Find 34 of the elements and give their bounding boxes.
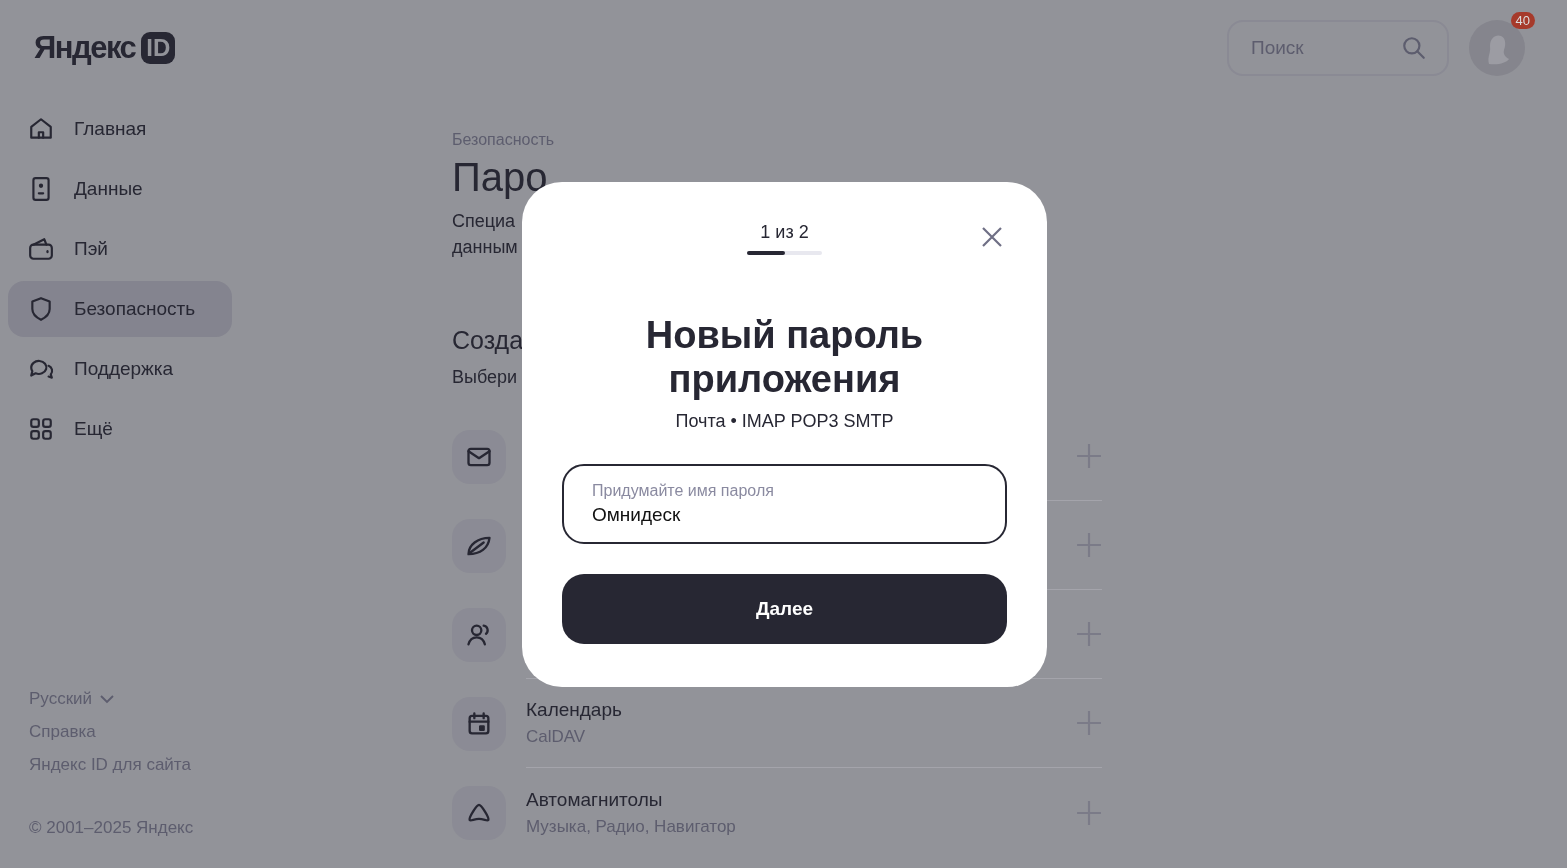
page-title: Паро <box>452 155 548 200</box>
shield-icon <box>28 296 54 322</box>
sidebar-item[interactable]: Поддержка <box>8 341 232 397</box>
sidebar-item[interactable]: Пэй <box>8 221 232 277</box>
add-icon[interactable] <box>1076 532 1102 558</box>
description-text: Специа <box>452 210 516 233</box>
app-name: Автомагнитолы <box>526 788 664 811</box>
field-label: Придумайте имя пароля <box>592 482 774 500</box>
sidebar-item[interactable]: Ещё <box>8 401 232 457</box>
dialog-title: Новый пароль приложения <box>644 313 925 401</box>
sidebar-item[interactable]: Безопасность <box>8 281 232 337</box>
wallet-icon <box>28 236 54 262</box>
password-name-field[interactable]: Придумайте имя пароля Омнидеск <box>562 464 1007 544</box>
logo-wordmark[interactable]: Яндекс <box>34 29 136 66</box>
grid-icon <box>28 416 54 442</box>
sidebar-item[interactable]: Главная <box>8 101 232 157</box>
add-icon[interactable] <box>1076 621 1102 647</box>
sidebar-item[interactable]: Данные <box>8 161 232 217</box>
logo-badge[interactable]: ID <box>141 31 176 64</box>
section-title: Созда <box>452 326 524 355</box>
section-hint: Выбери <box>452 367 518 388</box>
app-name: Календарь <box>526 699 622 721</box>
description-text: данным <box>452 236 518 259</box>
close-icon <box>980 225 1004 249</box>
field-value: Омнидеск <box>592 504 681 526</box>
add-icon[interactable] <box>1076 710 1102 736</box>
next-button[interactable]: Далее <box>562 574 1007 644</box>
dialog-subtitle: Почта • IMAP POP3 SMTP <box>675 411 894 432</box>
home-icon <box>28 116 54 142</box>
notification-badge: 40 <box>1510 11 1535 29</box>
step-counter: 1 из 2 <box>760 222 809 243</box>
add-icon[interactable] <box>1076 799 1102 826</box>
add-icon[interactable] <box>1076 443 1102 469</box>
search-icon <box>1401 34 1427 61</box>
